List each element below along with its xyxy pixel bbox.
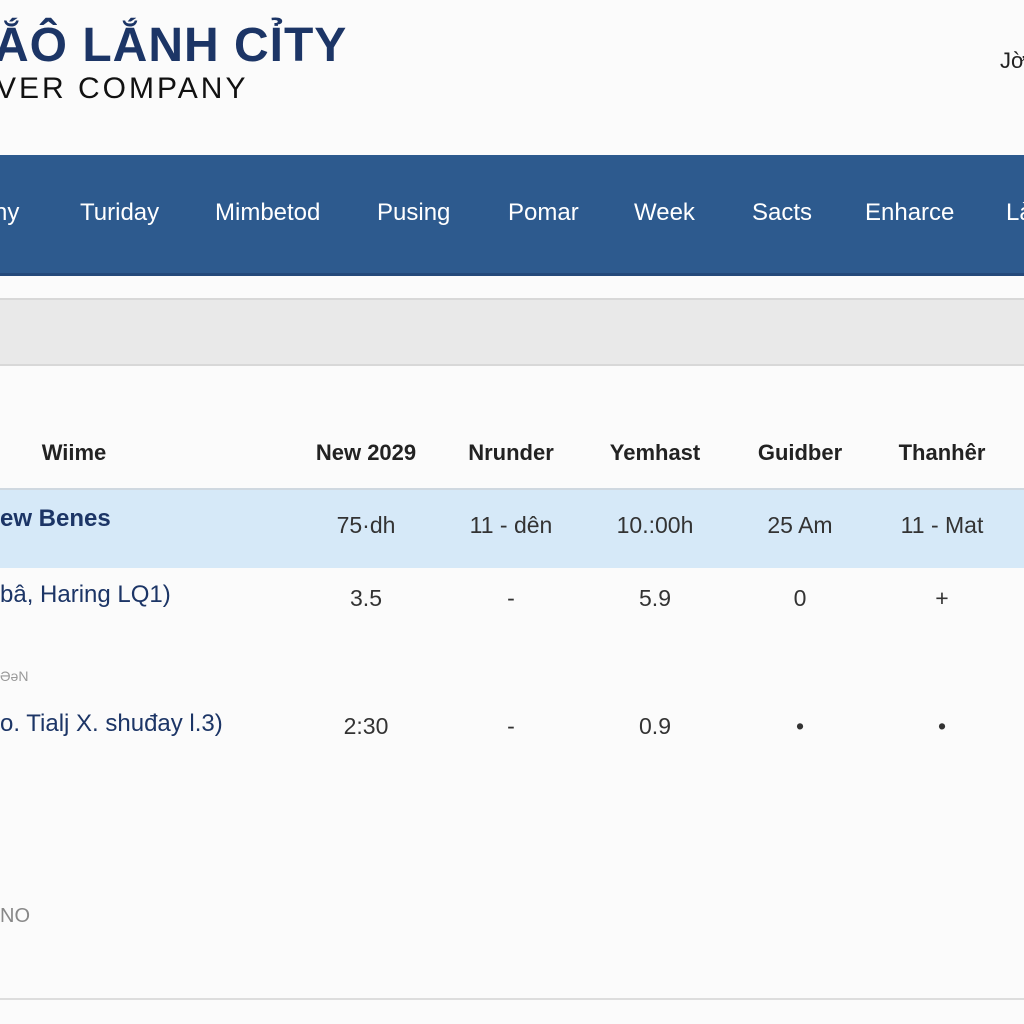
table-cell: 25 Am: [767, 512, 833, 538]
main-nav: ny Turiday Mimbetod Pusing Pomar Week Sa…: [0, 155, 1024, 276]
nav-item[interactable]: ny: [0, 199, 19, 227]
footer-divider: [0, 998, 1024, 1000]
row-name[interactable]: bâ, Haring LQ1): [0, 581, 171, 609]
nav-item[interactable]: Turiday: [80, 199, 159, 227]
table-cell: 10.:00h: [616, 512, 694, 538]
nav-item[interactable]: Enharce: [865, 199, 954, 227]
nav-item[interactable]: Là: [1006, 199, 1024, 227]
row-note: ƏəN: [0, 668, 29, 684]
logo-title: ẮÔ LẮNH CỈTY: [0, 19, 348, 72]
nav-item[interactable]: Mimbetod: [215, 199, 320, 227]
row-name[interactable]: ew Benes: [0, 505, 111, 533]
table-cell: 75·dh: [336, 512, 396, 538]
column-header[interactable]: New 2029: [316, 440, 416, 466]
table-cell: 0: [793, 585, 807, 611]
table-cell: 11 - dên: [469, 512, 553, 538]
logo-subtitle: VER COMPANY: [0, 72, 249, 105]
table-cell: 0.9: [639, 713, 671, 739]
table-cell: +: [935, 585, 949, 611]
table-cell: 2:30: [343, 713, 389, 739]
table-cell: 11 - Mat: [900, 512, 984, 538]
nav-item[interactable]: Pusing: [377, 199, 450, 227]
table-cell: 5.9: [639, 585, 671, 611]
table-cell: -: [507, 585, 515, 611]
toolbar-strip: [0, 298, 1024, 366]
table-cell: •: [937, 713, 947, 739]
user-menu[interactable]: Jờ: [1000, 48, 1024, 74]
column-header[interactable]: Wiime: [42, 440, 107, 466]
column-header[interactable]: Yemhast: [610, 440, 701, 466]
column-header[interactable]: Nrunder: [468, 440, 554, 466]
nav-item[interactable]: Week: [634, 199, 695, 227]
footer-label: NO: [0, 905, 30, 927]
nav-item[interactable]: Sacts: [752, 199, 812, 227]
table-cell: 3.5: [350, 585, 382, 611]
column-header[interactable]: Thanhêr: [899, 440, 986, 466]
column-header[interactable]: Guidber: [758, 440, 842, 466]
table-cell: •: [795, 713, 805, 739]
table-cell: -: [507, 713, 515, 739]
row-name[interactable]: o. Tialj X. shuđay l.3): [0, 710, 223, 738]
nav-item[interactable]: Pomar: [508, 199, 579, 227]
